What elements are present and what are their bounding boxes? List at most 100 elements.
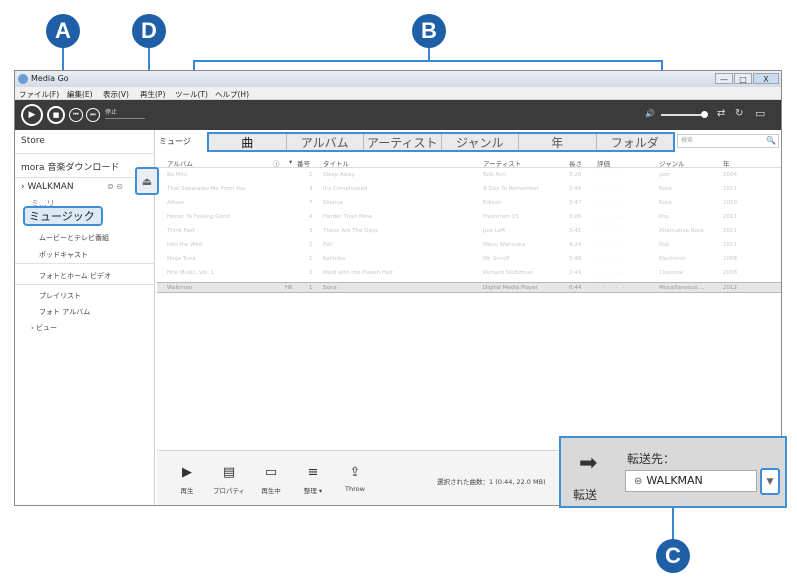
throw-icon[interactable]: ⇪: [335, 465, 375, 480]
destination-dropdown-button[interactable]: ▼: [760, 468, 780, 495]
search-input[interactable]: 検索 🔍: [677, 134, 779, 148]
maximize-button[interactable]: □: [734, 73, 752, 84]
play-button[interactable]: ▶: [21, 104, 43, 126]
table-row[interactable]: Heroic To Feeling Good 4 Harder Than Mine F…: [157, 212, 781, 223]
player-status: 停止: [105, 109, 118, 116]
transfer-label[interactable]: 転送: [573, 486, 597, 503]
col-number[interactable]: 番号: [297, 158, 310, 168]
col-genre[interactable]: ジャンル: [659, 158, 685, 168]
cell-len: 5:48: [569, 256, 582, 262]
col-title[interactable]: タイトル: [323, 158, 349, 168]
cell-len: 4:24: [569, 242, 582, 248]
sidebar-item-playlists[interactable]: プレイリスト: [15, 291, 155, 301]
cell-title: Silence: [323, 200, 343, 206]
transfer-destination-select[interactable]: ⊜ WALKMAN: [625, 470, 757, 492]
sidebar-item-podcasts[interactable]: ポッドキャスト: [15, 250, 155, 264]
menu-bar: ファイル(F) 編集(E) 表示(V) 再生(P) ツール(T) ヘルプ(H): [15, 87, 781, 100]
cell-album: Walkman: [167, 285, 193, 291]
next-button[interactable]: ⏭: [86, 108, 100, 122]
cell-album: Ninja Tuna: [167, 256, 196, 262]
eject-button[interactable]: ⏏: [135, 167, 159, 195]
col-rating[interactable]: 評価: [597, 158, 610, 168]
callout-a: A: [46, 14, 80, 48]
prev-button[interactable]: ⏮: [69, 108, 83, 122]
table-row[interactable]: Album 7 Silence Edison 3:47 · · · · · Rock 2010: [157, 198, 781, 209]
cell-year: 2010: [723, 200, 737, 206]
play-selected-icon[interactable]: ▶: [167, 465, 207, 480]
close-button[interactable]: X: [753, 73, 779, 84]
col-sort[interactable]: ▾: [289, 158, 292, 166]
menu-file[interactable]: ファイル(F): [19, 89, 59, 100]
cell-year: 2011: [723, 186, 737, 192]
play-selected-label: 再生: [180, 487, 194, 495]
properties-icon[interactable]: ▤: [209, 465, 249, 480]
cell-album: That Separates Me From You: [167, 186, 246, 192]
seek-bar[interactable]: [105, 118, 145, 119]
organize-icon[interactable]: ≡: [293, 465, 333, 480]
table-row[interactable]: That Separates Me From You 3 It's Complica…: [157, 184, 781, 195]
cell-rating: · · · · ·: [597, 200, 627, 206]
menu-play[interactable]: 再生(P): [140, 89, 165, 100]
search-icon[interactable]: 🔍: [766, 135, 776, 147]
sidebar: Store mora 音楽ダウンロード › WALKMAN ⊜ ⊝ ミ...リ …: [15, 130, 155, 505]
col-artist[interactable]: アーティスト: [483, 158, 521, 168]
cell-rating: · · · · ·: [597, 285, 627, 291]
table-row[interactable]: Into the Wild 2 Fall Mayu Wakisaka 4:24 · · ·…: [157, 240, 781, 251]
sidebar-item-store[interactable]: Store: [15, 136, 155, 154]
menu-view[interactable]: 表示(V): [103, 89, 129, 100]
stop-button[interactable]: ■: [47, 106, 65, 124]
cell-artist: Freshmen 15: [483, 214, 519, 220]
tab-genres[interactable]: ジャンル: [442, 134, 519, 150]
view-toggle-icon[interactable]: ▭: [755, 107, 765, 120]
table-row[interactable]: Walkman HK 1 Sona Digital Media Player 0:44 · …: [157, 282, 781, 293]
cell-year: 2008: [723, 256, 737, 262]
cell-rating: · · · · ·: [597, 242, 627, 248]
col-album[interactable]: アルバム: [167, 158, 193, 168]
cell-len: 2:49: [569, 270, 582, 276]
cell-year: 2008: [723, 270, 737, 276]
title-bar: Media Go — □ X: [15, 71, 781, 87]
menu-tools[interactable]: ツール(T): [175, 89, 208, 100]
cell-artist: Digital Media Player: [483, 285, 538, 291]
table-row[interactable]: Ninja Tuna 1 Kalimba Mr. Scruff 5:48 · · · · …: [157, 254, 781, 265]
volume-knob[interactable]: [701, 111, 708, 118]
tab-folders[interactable]: フォルダ: [597, 134, 674, 150]
tab-years[interactable]: 年: [519, 134, 597, 150]
cell-year: 2004: [723, 172, 737, 178]
transfer-arrow-icon[interactable]: ➡: [579, 451, 597, 476]
cell-rating: · · · · ·: [597, 214, 627, 220]
cell-len: 3:47: [569, 200, 582, 206]
minimize-button[interactable]: —: [715, 73, 733, 84]
volume-slider[interactable]: [661, 114, 705, 116]
menu-edit[interactable]: 編集(E): [67, 89, 93, 100]
sidebar-item-mora[interactable]: mora 音楽ダウンロード: [15, 160, 155, 178]
cell-year: 2011: [723, 242, 737, 248]
sidebar-item-walkman[interactable]: › WALKMAN ⊜ ⊝: [15, 182, 155, 198]
volume-icon[interactable]: 🔊: [645, 109, 655, 118]
tab-albums[interactable]: アルバム: [287, 134, 364, 150]
sidebar-item-movies[interactable]: ムービーとテレビ番組: [15, 233, 155, 243]
sidebar-item-views[interactable]: › ビュー: [15, 323, 155, 333]
col-info[interactable]: ⓘ: [273, 158, 280, 168]
sidebar-item-music[interactable]: ミュージック: [23, 206, 103, 226]
table-row[interactable]: Think Fast 3 These Are The Days Just Left 3:…: [157, 226, 781, 237]
table-row[interactable]: Fine Music, Vol. 1 2 Maid with the Flaxen …: [157, 268, 781, 279]
cell-artist: Bob Acri: [483, 172, 506, 178]
table-row[interactable]: Be Mini 1 Sleep Away Bob Acri 3:20 · · · · · J…: [157, 170, 781, 181]
cell-album: Be Mini: [167, 172, 188, 178]
col-year[interactable]: 年: [723, 158, 730, 168]
cell-num: 3: [309, 228, 313, 234]
repeat-icon[interactable]: ↻: [735, 108, 743, 119]
col-length[interactable]: 長さ: [569, 158, 582, 168]
cell-rating: · · · · ·: [597, 172, 627, 178]
cell-num: 1: [309, 256, 313, 262]
shuffle-icon[interactable]: ⇄: [717, 108, 725, 119]
cell-len: 3:20: [569, 172, 582, 178]
sidebar-item-photo-albums[interactable]: フォト アルバム: [15, 307, 155, 317]
menu-help[interactable]: ヘルプ(H): [215, 89, 249, 100]
sidebar-item-photos[interactable]: フォトとホーム ビデオ: [15, 271, 155, 285]
now-playing-icon[interactable]: ▭: [251, 465, 291, 480]
cell-genre: Electronic: [659, 256, 687, 262]
tab-songs[interactable]: 曲: [209, 134, 287, 150]
tab-artists[interactable]: アーティスト: [364, 134, 442, 150]
